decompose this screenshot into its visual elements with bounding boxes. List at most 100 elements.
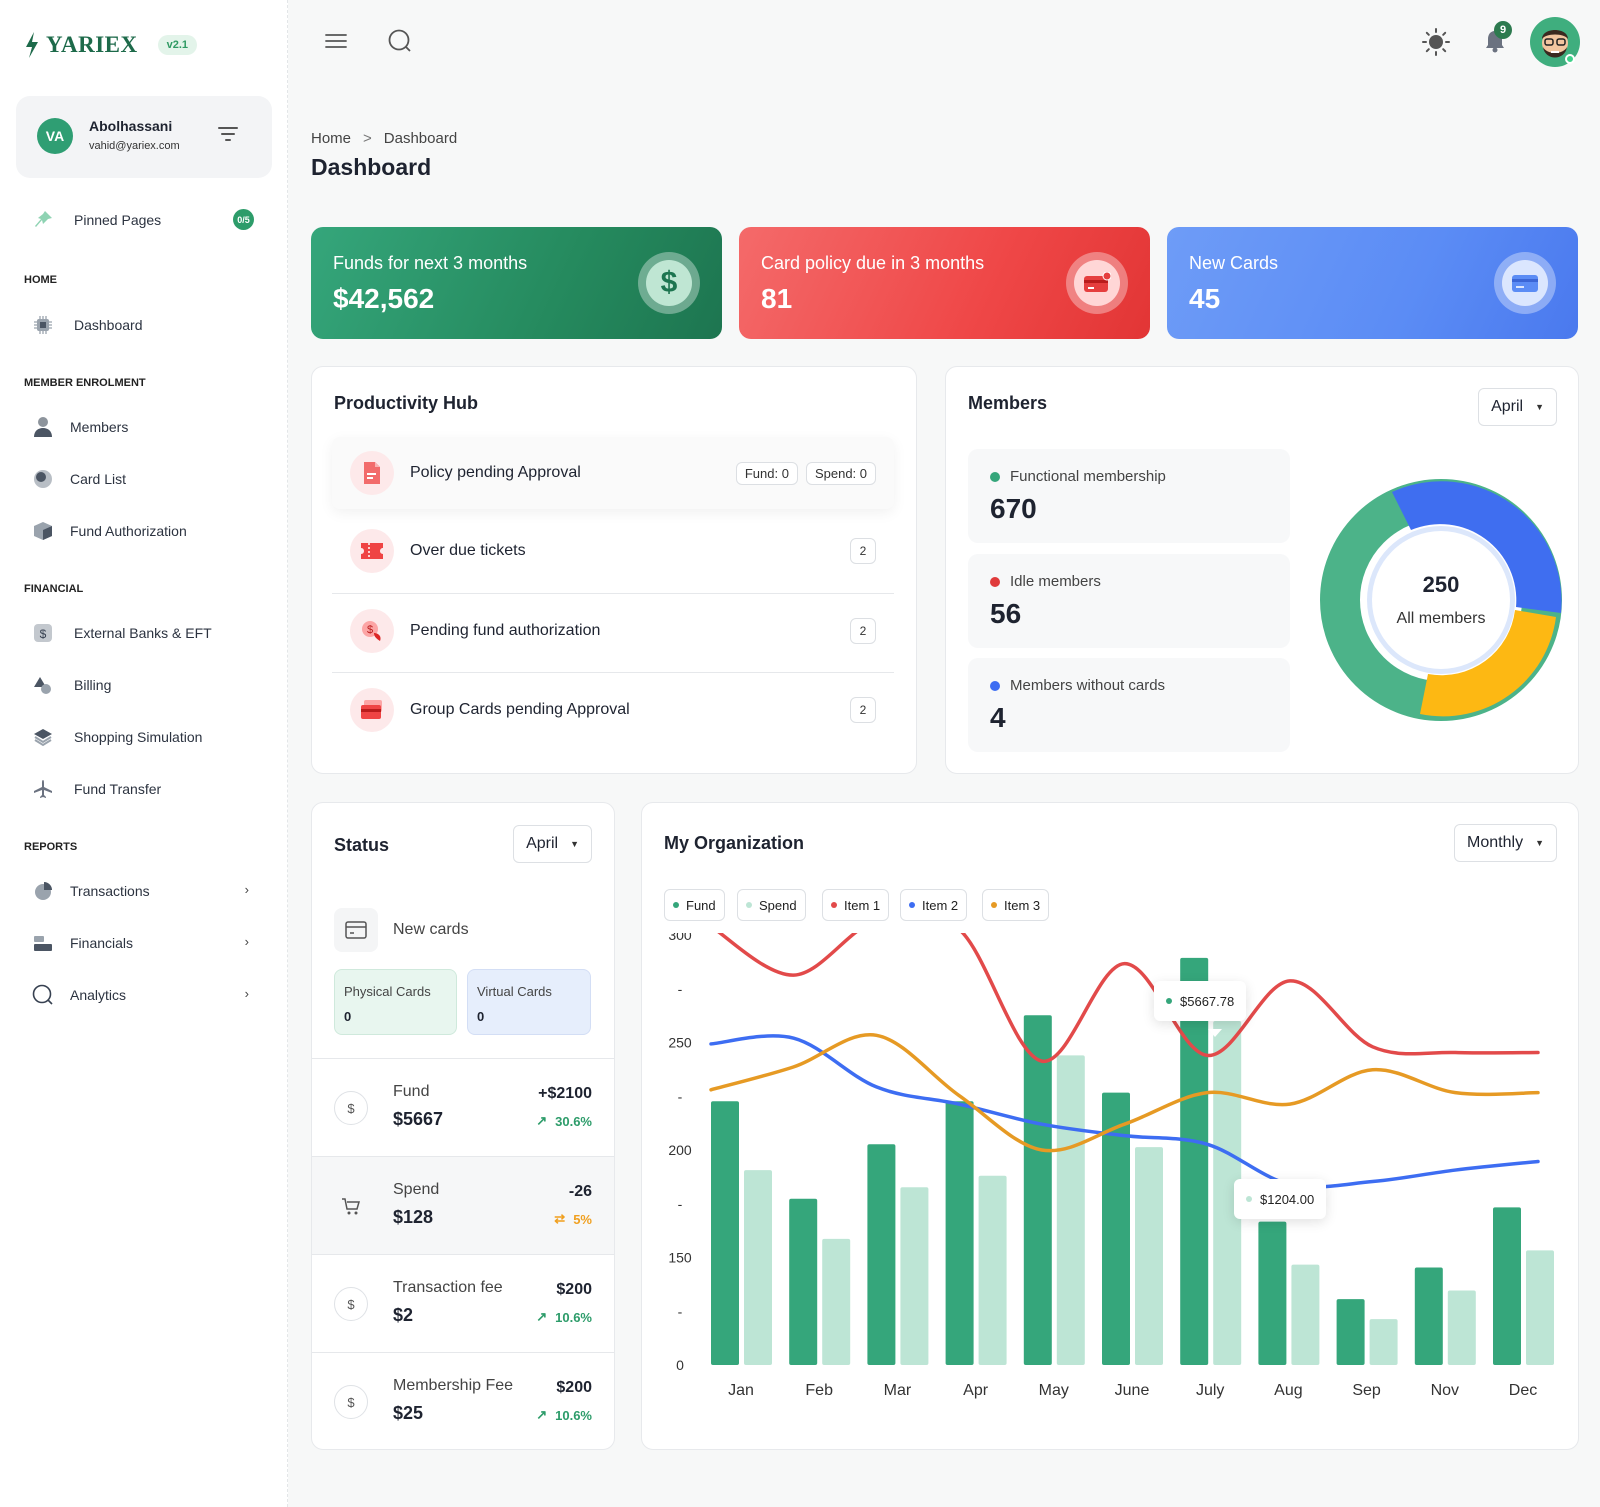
donut-total-label: All members	[1396, 610, 1486, 627]
status-row-transaction-fee[interactable]: $ Transaction fee $2 $200 ↗ 10.6%	[312, 1254, 614, 1352]
legend-dot	[909, 902, 915, 908]
hub-item-policy-pending[interactable]: Policy pending Approval Fund: 0 Spend: 0	[332, 437, 894, 509]
section-home: HOME	[24, 274, 57, 286]
nav-analytics[interactable]: Analytics ›	[30, 982, 255, 1008]
bar-spend-mar	[900, 1187, 929, 1365]
stat-value: 45	[1189, 283, 1221, 314]
breadcrumb: Home > Dashboard	[311, 130, 457, 147]
nav-fund-transfer[interactable]: Fund Transfer	[30, 776, 255, 802]
chip-icon	[30, 314, 56, 336]
nav-fund-authorization-label: Fund Authorization	[70, 523, 187, 539]
card-outline-icon	[334, 908, 378, 952]
airplane-icon	[30, 778, 56, 800]
card-icon	[1494, 252, 1556, 314]
tooltip-value: $5667.78	[1180, 993, 1235, 1009]
x-tick-label: Aug	[1274, 1382, 1302, 1399]
x-tick-label: Feb	[805, 1382, 833, 1399]
x-tick-label: Apr	[963, 1382, 989, 1399]
nav-card-list[interactable]: Card List	[30, 466, 255, 492]
member-stat-without-cards: Members without cards 4	[968, 658, 1290, 752]
legend-item-3[interactable]: Item 3	[982, 889, 1050, 921]
donut-hole	[1372, 531, 1510, 669]
physical-cards-value: 0	[344, 1009, 352, 1024]
nav-transactions-label: Transactions	[70, 883, 150, 899]
search-icon[interactable]	[387, 28, 413, 54]
pinned-pages[interactable]: Pinned Pages 0/5	[30, 208, 254, 232]
my-organization-card: My Organization Monthly ▼ Fund Spend Item…	[641, 802, 1579, 1450]
legend-dot	[990, 471, 1000, 482]
dollar-refresh-icon: $	[334, 1091, 368, 1125]
member-stat-functional: Functional membership 670	[968, 449, 1290, 543]
bar-fund-aug	[1258, 1221, 1287, 1365]
sun-icon[interactable]	[1422, 28, 1450, 56]
members-month-dropdown[interactable]: April ▼	[1478, 388, 1557, 426]
nav-financials[interactable]: Financials ›	[30, 930, 255, 956]
logo[interactable]: YARIEX v2.1	[24, 32, 198, 58]
y-tick-label: -	[678, 981, 683, 997]
hub-item-group-cards[interactable]: Group Cards pending Approval 2	[332, 674, 894, 746]
stat-card-card-policy[interactable]: Card policy due in 3 months 81	[739, 227, 1150, 339]
x-tick-label: Nov	[1431, 1382, 1459, 1399]
status-month-dropdown[interactable]: April ▼	[513, 825, 592, 863]
repeat-icon: ⇄	[554, 1211, 566, 1226]
chart-tooltip-spend: $1204.00	[1234, 1179, 1327, 1219]
spend-pill: Spend: 0	[805, 461, 876, 485]
organization-chart: 300 - 250 - 200 - 150 - 0 Jan Feb Mar Apr May June July…	[668, 933, 1554, 1399]
nav-financials-label: Financials	[70, 935, 134, 951]
nav-card-list-label: Card List	[70, 471, 127, 487]
nav-fund-authorization[interactable]: Fund Authorization	[30, 518, 255, 544]
legend-fund[interactable]: Fund	[664, 889, 725, 921]
money-icon: $	[350, 609, 394, 653]
virtual-cards-box[interactable]: Virtual Cards 0	[467, 969, 591, 1035]
status-row-membership-fee[interactable]: $ Membership Fee $25 $200 ↗ 10.6%	[312, 1352, 614, 1449]
legend-item-2[interactable]: Item 2	[900, 889, 968, 921]
stat-card-funds[interactable]: Funds for next 3 months $42,562 $	[311, 227, 722, 339]
bar-spend-aug	[1291, 1264, 1320, 1365]
nav-shopping-simulation[interactable]: Shopping Simulation	[30, 724, 255, 750]
pie-icon	[30, 880, 56, 902]
status-row-value: $2	[393, 1305, 414, 1325]
status-row-pct: 30.6%	[555, 1113, 592, 1129]
bar-fund-mar	[867, 1144, 896, 1365]
legend-spend[interactable]: Spend	[737, 889, 806, 921]
user-card[interactable]: VA Abolhassani vahid@yariex.com	[16, 96, 272, 178]
status-row-value: $5667	[393, 1109, 444, 1129]
nav-dashboard[interactable]: Dashboard	[30, 312, 255, 338]
legend-dot	[991, 902, 997, 908]
nav-external-banks[interactable]: $ External Banks & EFT	[30, 620, 255, 646]
legend-label: Item 3	[1004, 897, 1041, 913]
nav-members[interactable]: Members	[30, 414, 255, 440]
tooltip-arrow	[1208, 1029, 1222, 1037]
nav-dashboard-label: Dashboard	[74, 317, 143, 333]
nav-billing-label: Billing	[74, 677, 112, 693]
chevron-right-icon: ›	[244, 986, 249, 1001]
bar-spend-apr	[978, 1175, 1007, 1365]
credit-card-icon	[1066, 252, 1128, 314]
notification-badge: 9	[1494, 21, 1512, 39]
filter-icon[interactable]	[218, 126, 238, 142]
bar-fund-feb	[789, 1198, 818, 1365]
stat-label: New Cards	[1189, 253, 1279, 273]
pinned-label: Pinned Pages	[74, 212, 162, 228]
period-dropdown[interactable]: Monthly ▼	[1454, 824, 1557, 862]
nav-transactions[interactable]: Transactions ›	[30, 878, 255, 904]
breadcrumb-home[interactable]: Home	[311, 130, 351, 147]
y-tick-label: 250	[668, 1035, 692, 1051]
legend-dot	[673, 902, 679, 908]
legend-item-1[interactable]: Item 1	[822, 889, 890, 921]
physical-cards-box[interactable]: Physical Cards 0	[334, 969, 457, 1035]
divider	[332, 593, 894, 594]
hub-item-pending-fund[interactable]: $ Pending fund authorization 2	[332, 595, 894, 667]
stat-card-new-cards[interactable]: New Cards 45	[1167, 227, 1578, 339]
menu-icon[interactable]	[324, 30, 348, 52]
stat-value: 81	[761, 283, 793, 314]
status-row-fund[interactable]: $ Fund $5667 +$2100 ↗ 30.6%	[312, 1058, 614, 1156]
hub-item-overdue-tickets[interactable]: Over due tickets 2	[332, 515, 894, 587]
status-row-spend[interactable]: Spend $128 -26 ⇄ 5%	[312, 1156, 614, 1254]
y-tick-label: 0	[676, 1357, 684, 1373]
caret-down-icon: ▼	[1535, 838, 1544, 848]
nav-billing[interactable]: Billing	[30, 672, 255, 698]
hub-item-label: Group Cards pending Approval	[410, 701, 630, 718]
dollar-circle-icon: $	[334, 1385, 368, 1419]
status-row-name: Transaction fee	[393, 1279, 503, 1296]
